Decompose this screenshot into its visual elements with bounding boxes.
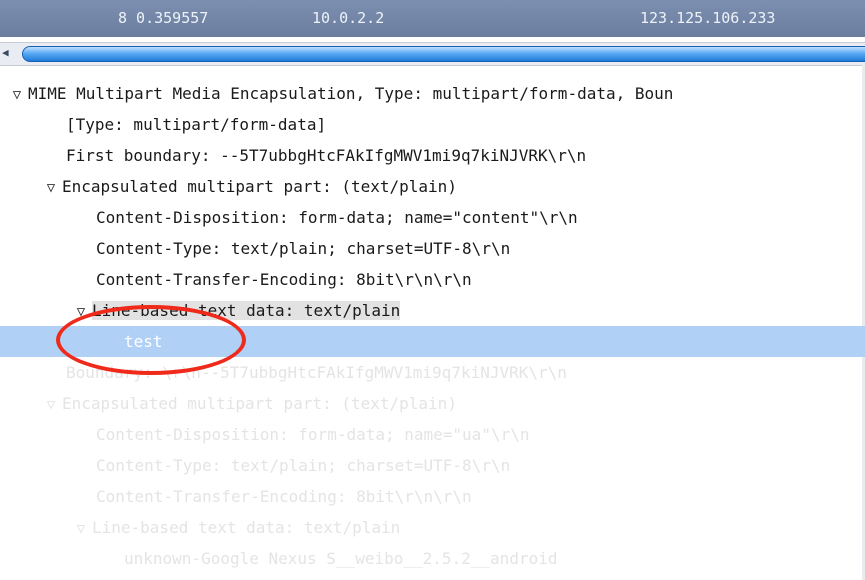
tree-item-part2-content-type[interactable]: Content-Type: text/plain; charset=UTF-8\…	[0, 450, 865, 481]
packet-list-row[interactable]: 8 0.359557 10.0.2.2 123.125.106.233	[0, 0, 865, 37]
tree-item-type[interactable]: [Type: multipart/form-data]	[0, 109, 865, 140]
tree-item-first-boundary[interactable]: First boundary: --5T7ubbgHtcFAkIfgMWV1mi…	[0, 140, 865, 171]
tree-item-part1-disposition[interactable]: Content-Disposition: form-data; name="co…	[0, 202, 865, 233]
triangle-down-icon[interactable]: ▽	[40, 390, 62, 419]
packet-source: 10.0.2.2	[312, 9, 385, 27]
tree-item-part2-disposition[interactable]: Content-Disposition: form-data; name="ua…	[0, 419, 865, 450]
packet-number-time: 8 0.359557	[118, 9, 209, 27]
tree-item-part1-content-type[interactable]: Content-Type: text/plain; charset=UTF-8\…	[0, 233, 865, 264]
triangle-down-icon[interactable]: ▽	[70, 514, 92, 543]
triangle-down-icon[interactable]: ▽	[6, 80, 28, 109]
tree-item-part1[interactable]: ▽ Encapsulated multipart part: (text/plai…	[0, 171, 865, 202]
horizontal-scrollbar[interactable]: ◀	[0, 42, 865, 66]
scrollbar-thumb[interactable]	[22, 46, 865, 62]
tree-item-part1-encoding[interactable]: Content-Transfer-Encoding: 8bit\r\n\r\n	[0, 264, 865, 295]
scroll-left-arrow-icon[interactable]: ◀	[2, 46, 14, 60]
annotation-red-ellipse	[56, 305, 246, 375]
tree-item-part2[interactable]: ▽ Encapsulated multipart part: (text/plai…	[0, 388, 865, 419]
packet-destination: 123.125.106.233	[640, 9, 776, 27]
tree-item-mime[interactable]: ▽ MIME Multipart Media Encapsulation, Typ…	[0, 78, 865, 109]
tree-item-part2-text-data[interactable]: ▽ Line-based text data: text/plain	[0, 512, 865, 543]
tree-item-part2-encoding[interactable]: Content-Transfer-Encoding: 8bit\r\n\r\n	[0, 481, 865, 512]
triangle-down-icon[interactable]: ▽	[40, 173, 62, 202]
tree-item-part2-value[interactable]: unknown-Google Nexus S__weibo__2.5.2__an…	[0, 543, 865, 574]
